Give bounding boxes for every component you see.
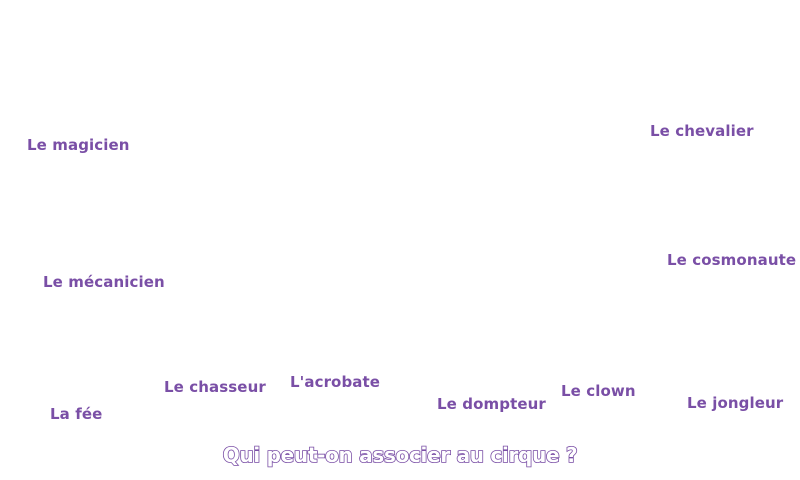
word-le-cosmonaute[interactable]: Le cosmonaute	[667, 251, 796, 269]
word-le-jongleur[interactable]: Le jongleur	[687, 394, 783, 412]
word-l-acrobate[interactable]: L'acrobate	[290, 373, 380, 391]
word-le-dompteur[interactable]: Le dompteur	[437, 395, 546, 413]
word-le-magicien[interactable]: Le magicien	[27, 136, 130, 154]
word-le-chevalier[interactable]: Le chevalier	[650, 122, 754, 140]
word-le-clown[interactable]: Le clown	[561, 382, 636, 400]
word-le-chasseur[interactable]: Le chasseur	[164, 378, 266, 396]
question-prompt: Qui peut-on associer au cirque ?	[222, 442, 578, 468]
word-la-fee[interactable]: La fée	[50, 405, 102, 423]
word-le-mecanicien[interactable]: Le mécanicien	[43, 273, 165, 291]
